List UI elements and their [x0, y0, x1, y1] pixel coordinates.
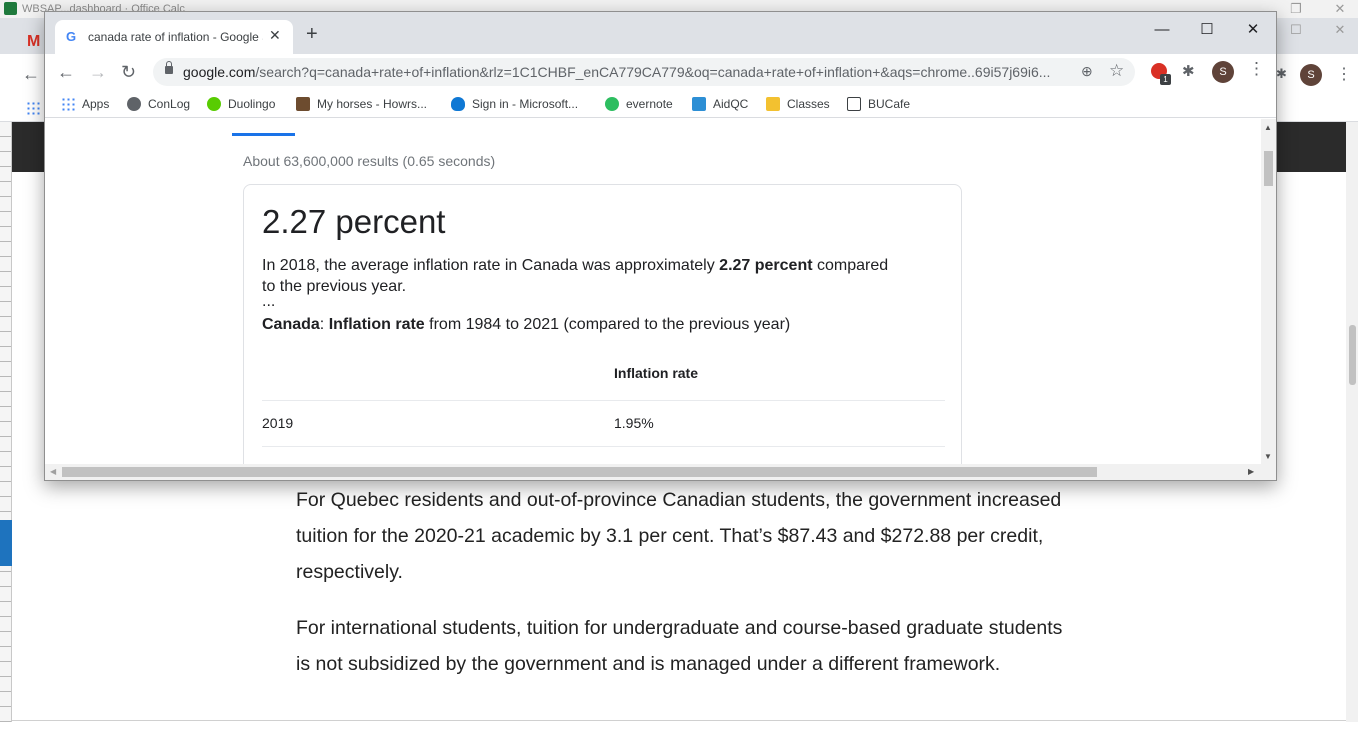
page-viewport: About 63,600,000 results (0.65 seconds) …	[45, 119, 1261, 464]
spreadsheet-app-icon	[4, 2, 17, 15]
bookmark-apps[interactable]: Apps	[61, 95, 109, 113]
url-text[interactable]: google.com/search?q=canada+rate+of+infla…	[183, 64, 1063, 80]
extension-badge: 1	[1160, 74, 1171, 85]
background-maximize-icon[interactable]: ☐	[1286, 22, 1306, 38]
article-paragraph: For international students, tuition for …	[296, 617, 1063, 675]
search-tab-underline	[232, 133, 295, 136]
vertical-scrollbar-thumb[interactable]	[1264, 151, 1273, 186]
scroll-down-icon[interactable]: ▼	[1264, 452, 1272, 461]
google-favicon-icon: G	[66, 29, 77, 44]
background-close-icon[interactable]: ✕	[1330, 1, 1350, 17]
bookmark-classes[interactable]: Classes	[766, 95, 830, 113]
background-row-gutter	[0, 122, 12, 722]
duolingo-icon	[207, 97, 221, 111]
bookmark-conlog[interactable]: ConLog	[127, 95, 190, 113]
lock-icon[interactable]	[165, 61, 173, 74]
bookmark-microsoft-signin[interactable]: Sign in - Microsoft...	[451, 95, 578, 113]
url-path: /search?q=canada+rate+of+inflation&rlz=1…	[255, 64, 1051, 80]
zoom-icon[interactable]: ⊕	[1081, 63, 1093, 80]
bucafe-icon	[847, 97, 861, 111]
bookmark-aidqc[interactable]: AidQC	[692, 95, 748, 113]
background-tab-close-icon[interactable]: ✕	[1330, 22, 1350, 38]
snippet-ellipsis: ...	[262, 293, 276, 310]
background-left-accent	[0, 520, 12, 566]
background-back-icon[interactable]: ←	[22, 64, 40, 85]
gmail-icon[interactable]: M	[27, 33, 40, 51]
background-bottom-edge	[12, 720, 1346, 730]
bookmarks-bar: Apps ConLog Duolingo My horses - Howrs..…	[45, 90, 1276, 118]
horse-icon	[296, 97, 310, 111]
evernote-icon	[605, 97, 619, 111]
table-divider	[262, 400, 945, 401]
chrome-menu-icon[interactable]: ⋮	[1248, 59, 1265, 79]
close-window-icon[interactable]: ✕	[1238, 18, 1268, 42]
table-divider	[262, 446, 945, 447]
new-tab-icon[interactable]: +	[306, 24, 318, 44]
table-cell-rate: 1.95%	[614, 415, 654, 431]
featured-snippet-text: In 2018, the average inflation rate in C…	[262, 257, 889, 295]
background-scrollbar[interactable]	[1346, 122, 1358, 722]
background-menu-icon[interactable]: ⋮	[1336, 64, 1352, 84]
article-body: For Quebec residents and out-of-province…	[296, 482, 1076, 702]
featured-snippet-card: 2.27 percent In 2018, the average inflat…	[243, 184, 962, 464]
address-bar[interactable]: google.com/search?q=canada+rate+of+infla…	[153, 58, 1135, 86]
reload-icon[interactable]: ↻	[121, 60, 136, 84]
background-apps-icon[interactable]	[26, 101, 40, 115]
toolbar: ← → ↻ google.com/search?q=canada+rate+of…	[45, 54, 1276, 90]
table-header-inflation-rate: Inflation rate	[614, 365, 699, 381]
active-tab[interactable]: G canada rate of inflation - Google Sear…	[55, 20, 293, 54]
vertical-scrollbar[interactable]: ▲ ▼	[1261, 119, 1276, 464]
article-paragraph: For Quebec residents and out-of-province…	[296, 489, 1062, 583]
bookmark-evernote[interactable]: evernote	[605, 95, 673, 113]
bookmark-bucafe[interactable]: BUCafe	[847, 95, 910, 113]
background-avatar[interactable]: S	[1300, 64, 1322, 86]
scroll-left-icon[interactable]: ◀	[50, 467, 56, 476]
tabstrip: G canada rate of inflation - Google Sear…	[45, 12, 1276, 54]
apps-grid-icon	[61, 97, 75, 111]
profile-avatar[interactable]: S	[1212, 61, 1234, 83]
horizontal-scrollbar[interactable]: ◀ ▶	[45, 464, 1276, 480]
bookmark-star-icon[interactable]: ☆	[1109, 61, 1124, 81]
result-stats: About 63,600,000 results (0.65 seconds)	[243, 153, 496, 169]
url-host: google.com	[183, 64, 256, 80]
background-extension-icon[interactable]: ✱	[1276, 66, 1287, 82]
onedrive-icon	[451, 97, 465, 111]
horizontal-scrollbar-thumb[interactable]	[62, 467, 1097, 477]
bookmark-my-horses[interactable]: My horses - Howrs...	[296, 95, 427, 113]
extensions-puzzle-icon[interactable]: ✱	[1182, 62, 1195, 80]
chrome-window: G canada rate of inflation - Google Sear…	[44, 11, 1277, 481]
table-cell-year: 2019	[262, 415, 294, 431]
scroll-up-icon[interactable]: ▲	[1264, 123, 1272, 132]
forward-icon[interactable]: →	[89, 60, 107, 84]
maximize-icon[interactable]: ☐	[1192, 18, 1222, 42]
back-icon[interactable]: ←	[57, 60, 75, 84]
background-restore-icon[interactable]: ❐	[1286, 1, 1306, 17]
minimize-icon[interactable]: —	[1147, 18, 1177, 42]
bookmark-duolingo[interactable]: Duolingo	[207, 95, 275, 113]
featured-answer: 2.27 percent	[262, 203, 446, 240]
aidqc-icon	[692, 97, 706, 111]
table-subtitle: Canada: Inflation rate from 1984 to 2021…	[262, 316, 791, 333]
tab-title: canada rate of inflation - Google Search	[88, 30, 263, 44]
conlog-icon	[127, 97, 141, 111]
background-scrollbar-thumb[interactable]	[1349, 325, 1356, 385]
scroll-right-icon[interactable]: ▶	[1248, 467, 1254, 476]
tab-close-icon[interactable]: ✕	[269, 27, 281, 44]
classes-icon	[766, 97, 780, 111]
